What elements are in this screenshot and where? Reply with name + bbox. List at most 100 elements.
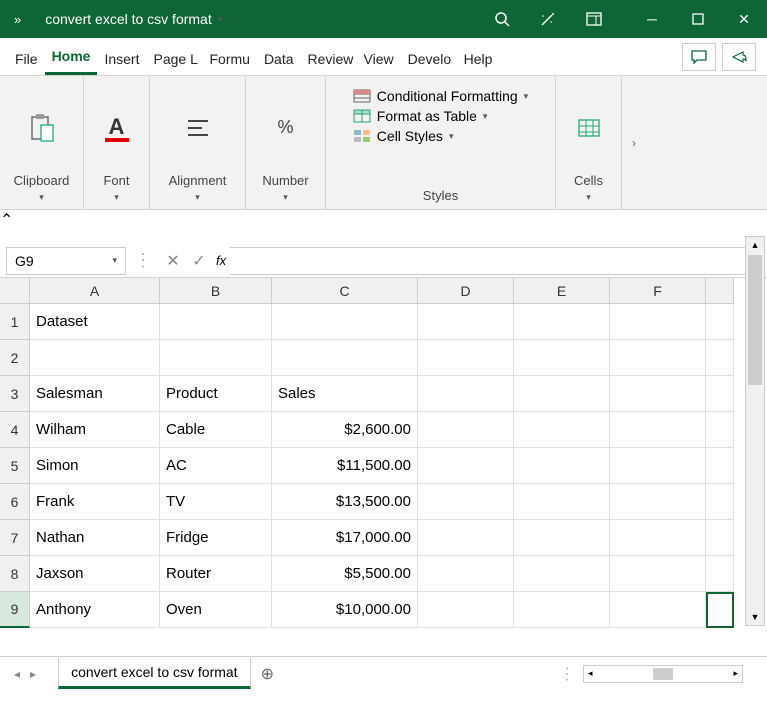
cell-F9[interactable] [610, 592, 706, 628]
row-header[interactable]: 7 [0, 520, 30, 556]
cell-F8[interactable] [610, 556, 706, 592]
paste-icon[interactable] [25, 111, 59, 145]
comments-button[interactable] [682, 43, 716, 71]
cell-A7[interactable]: Nathan [30, 520, 160, 556]
cell-B9[interactable]: Oven [160, 592, 272, 628]
cell-A5[interactable]: Simon [30, 448, 160, 484]
cell-A8[interactable]: Jaxson [30, 556, 160, 592]
tab-review[interactable]: Review [301, 43, 357, 75]
scroll-thumb[interactable] [748, 255, 762, 385]
cell-B5[interactable]: AC [160, 448, 272, 484]
select-all-corner[interactable] [0, 278, 30, 304]
minimize-button[interactable]: ─ [629, 0, 675, 38]
cell-B4[interactable]: Cable [160, 412, 272, 448]
cell-D7[interactable] [418, 520, 514, 556]
vertical-scrollbar[interactable]: ▲ ▼ [745, 236, 765, 626]
add-sheet-icon[interactable]: ⊕ [251, 664, 284, 684]
cell-E3[interactable] [514, 376, 610, 412]
cell-G8[interactable] [706, 556, 734, 592]
close-button[interactable]: ✕ [721, 0, 767, 38]
cancel-formula-icon[interactable]: ✕ [160, 251, 186, 271]
cell-A3[interactable]: Salesman [30, 376, 160, 412]
cell-F4[interactable] [610, 412, 706, 448]
sheet-nav-prev-icon[interactable]: ◂ [14, 667, 20, 681]
accept-formula-icon[interactable]: ✓ [186, 251, 212, 271]
tab-formulas[interactable]: Formu [202, 43, 256, 75]
tab-file[interactable]: File [8, 43, 45, 75]
cell-B8[interactable]: Router [160, 556, 272, 592]
row-header[interactable]: 1 [0, 304, 30, 340]
cell-G5[interactable] [706, 448, 734, 484]
horizontal-scrollbar[interactable]: ◂ ▸ [583, 665, 743, 683]
cell-C9[interactable]: $10,000.00 [272, 592, 418, 628]
col-header-e[interactable]: E [514, 278, 610, 304]
cells-icon[interactable] [572, 111, 606, 145]
cell-styles-button[interactable]: Cell Styles ▾ [353, 128, 528, 144]
cell-D8[interactable] [418, 556, 514, 592]
quick-access-more-icon[interactable]: » [0, 12, 35, 27]
title-dropdown-icon[interactable]: ▾ [218, 14, 223, 25]
cell-G1[interactable] [706, 304, 734, 340]
cell-F1[interactable] [610, 304, 706, 340]
cell-D6[interactable] [418, 484, 514, 520]
cell-C6[interactable]: $13,500.00 [272, 484, 418, 520]
hscroll-right-icon[interactable]: ▸ [733, 668, 738, 679]
cell-A1[interactable]: Dataset [30, 304, 160, 340]
cell-D5[interactable] [418, 448, 514, 484]
cell-C2[interactable] [272, 340, 418, 376]
row-header[interactable]: 4 [0, 412, 30, 448]
collapse-ribbon-icon[interactable]: ⌃ [0, 210, 767, 230]
share-button[interactable] [722, 43, 756, 71]
cell-E4[interactable] [514, 412, 610, 448]
cell-C7[interactable]: $17,000.00 [272, 520, 418, 556]
cell-C5[interactable]: $11,500.00 [272, 448, 418, 484]
cell-A4[interactable]: Wilham [30, 412, 160, 448]
cell-E6[interactable] [514, 484, 610, 520]
format-as-table-button[interactable]: Format as Table ▾ [353, 108, 528, 124]
name-box-dropdown-icon[interactable]: ▾ [112, 255, 117, 266]
cell-F6[interactable] [610, 484, 706, 520]
cell-C4[interactable]: $2,600.00 [272, 412, 418, 448]
cell-B6[interactable]: TV [160, 484, 272, 520]
name-box[interactable]: G9 ▾ [6, 247, 126, 275]
row-header[interactable]: 9 [0, 592, 30, 628]
cell-E8[interactable] [514, 556, 610, 592]
fx-label[interactable]: fx [212, 253, 230, 268]
cell-F3[interactable] [610, 376, 706, 412]
tab-view[interactable]: View [357, 43, 401, 75]
cell-E7[interactable] [514, 520, 610, 556]
conditional-formatting-button[interactable]: Conditional Formatting ▾ [353, 88, 528, 104]
row-header[interactable]: 5 [0, 448, 30, 484]
row-header[interactable]: 3 [0, 376, 30, 412]
sheet-tab-active[interactable]: convert excel to csv format [58, 658, 251, 689]
col-header-d[interactable]: D [418, 278, 514, 304]
cell-G9[interactable] [706, 592, 734, 628]
cell-G7[interactable] [706, 520, 734, 556]
cell-D4[interactable] [418, 412, 514, 448]
cell-E9[interactable] [514, 592, 610, 628]
cell-F5[interactable] [610, 448, 706, 484]
col-header-g[interactable] [706, 278, 734, 304]
cell-D3[interactable] [418, 376, 514, 412]
tab-help[interactable]: Help [457, 43, 500, 75]
cell-G3[interactable] [706, 376, 734, 412]
wand-icon[interactable] [525, 0, 571, 38]
cell-A2[interactable] [30, 340, 160, 376]
cell-B3[interactable]: Product [160, 376, 272, 412]
tab-page-layout[interactable]: Page L [146, 43, 202, 75]
search-icon[interactable] [479, 0, 525, 38]
cell-F7[interactable] [610, 520, 706, 556]
scroll-up-icon[interactable]: ▲ [746, 237, 764, 253]
cell-B1[interactable] [160, 304, 272, 340]
cell-C8[interactable]: $5,500.00 [272, 556, 418, 592]
formula-input[interactable] [230, 247, 747, 275]
tab-data[interactable]: Data [257, 43, 301, 75]
cell-D1[interactable] [418, 304, 514, 340]
cell-E5[interactable] [514, 448, 610, 484]
cell-E2[interactable] [514, 340, 610, 376]
row-header[interactable]: 6 [0, 484, 30, 520]
cell-G2[interactable] [706, 340, 734, 376]
alignment-icon[interactable] [181, 111, 215, 145]
col-header-f[interactable]: F [610, 278, 706, 304]
number-icon[interactable]: % [269, 111, 303, 145]
